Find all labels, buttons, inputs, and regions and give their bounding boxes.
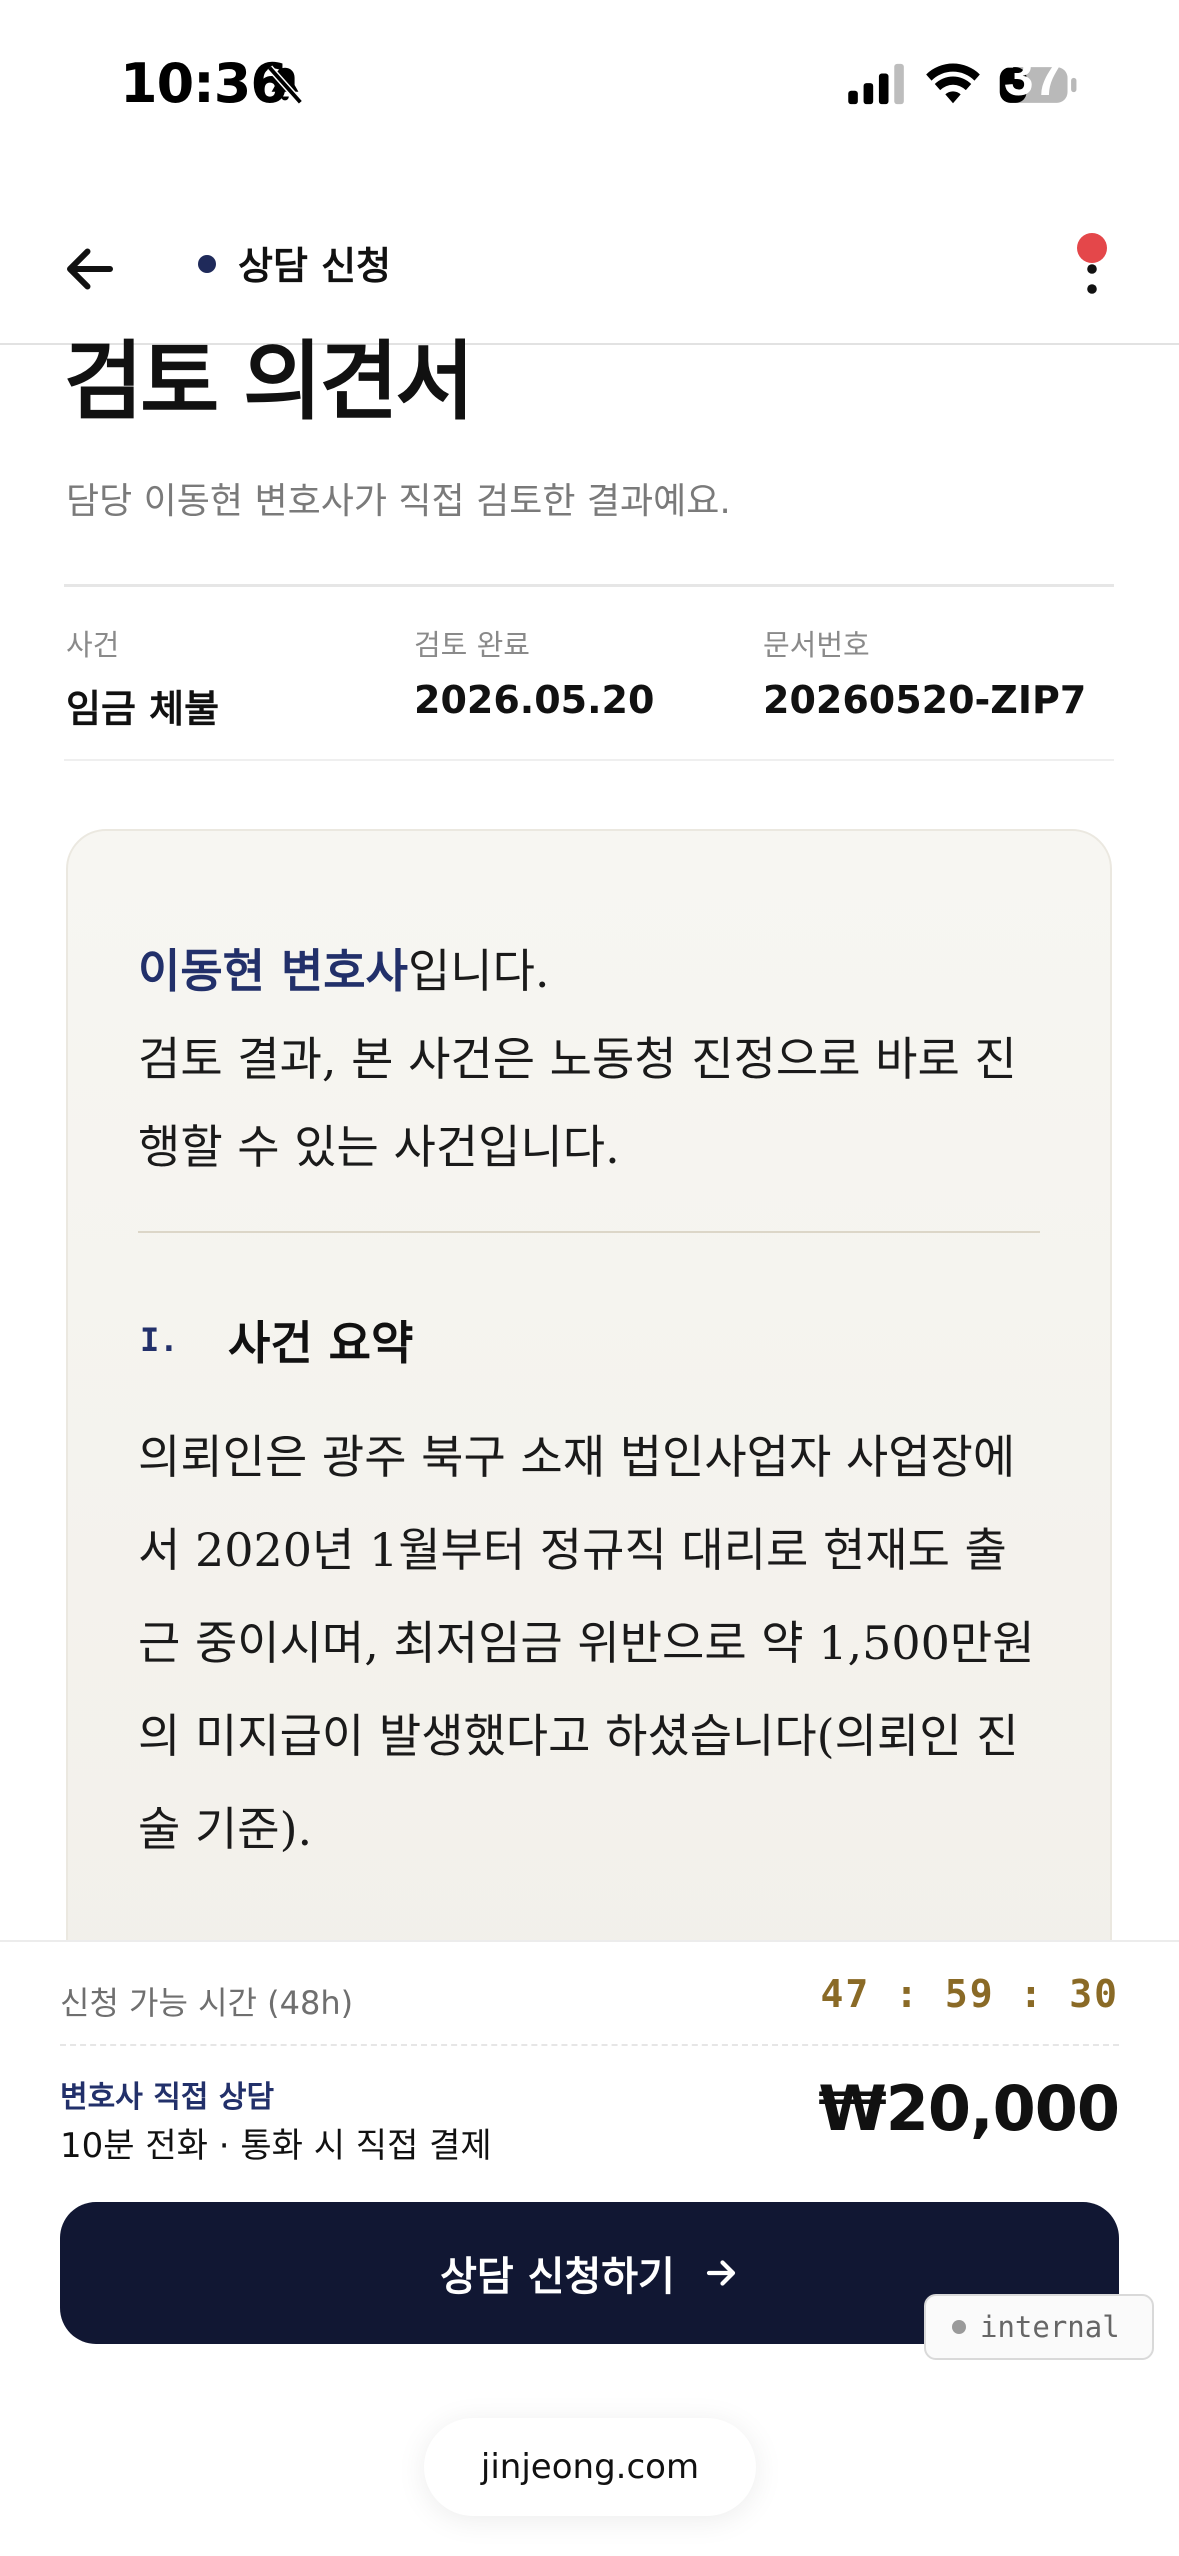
arrow-left-icon[interactable]	[60, 239, 120, 299]
consult-type-label: 변호사 직접 상담	[60, 2080, 275, 2115]
battery-level: 37	[1004, 62, 1063, 107]
consult-description: 10분 전화 · 통화 시 직접 결제	[60, 2126, 492, 2166]
meta-label: 문서번호	[763, 628, 870, 662]
signal-icon	[848, 63, 904, 105]
section-title: 사건 요약	[228, 1316, 414, 1370]
price: ₩20,000	[818, 2072, 1120, 2145]
wifi-icon	[926, 63, 980, 104]
battery-icon: 37	[999, 62, 1077, 107]
section-number: I.	[140, 1321, 179, 1359]
browser-url-bar[interactable]: jinjeong.com	[424, 2418, 756, 2516]
meta-document-number: 문서번호 20260520-ZIP7	[763, 622, 1086, 722]
nav-bar: 상담 신청	[0, 205, 1179, 345]
meta-case: 사건 임금 체불	[66, 622, 219, 733]
opinion-intro: 이동현 변호사입니다. 검토 결과, 본 사건은 노동청 진정으로 바로 진행할 …	[138, 927, 1058, 1191]
meta-review-date: 검토 완료 2026.05.20	[414, 622, 654, 722]
url-text: jinjeong.com	[480, 2447, 700, 2487]
dashed-divider	[60, 2044, 1119, 2046]
internal-dot	[952, 2320, 966, 2334]
notification-dot	[1077, 233, 1107, 263]
arrow-right-icon	[706, 2260, 735, 2286]
meta-label: 사건	[66, 628, 120, 662]
opinion-card: 이동현 변호사입니다. 검토 결과, 본 사건은 노동청 진정으로 바로 진행할 …	[66, 829, 1112, 2029]
nav-title: 상담 신청	[238, 244, 392, 288]
time-limit-label: 신청 가능 시간 (48h)	[60, 1984, 354, 2022]
meta-value: 임금 체불	[66, 687, 220, 731]
internal-badge: internal	[924, 2294, 1154, 2360]
cta-label: 상담 신청하기	[440, 2254, 675, 2300]
countdown-timer: 47 : 59 : 30	[820, 1972, 1119, 2016]
meta-label: 검토 완료	[414, 628, 530, 662]
meta-divider	[64, 584, 1114, 587]
bell-slash-icon	[267, 65, 303, 105]
meta-value: 20260520-ZIP7	[763, 678, 1087, 722]
internal-label: internal	[980, 2310, 1120, 2344]
meta-divider	[64, 759, 1114, 761]
status-bar: 10:36 37	[0, 0, 1179, 170]
intro-suffix: 입니다.	[407, 944, 550, 998]
section-body: 의뢰인은 광주 북구 소재 법인사업자 사업장에서 2020년 1월부터 정규직…	[138, 1430, 1035, 1856]
intro-result: 검토 결과, 본 사건은 노동청 진정으로 바로 진행할 수 있는 사건입니다.	[138, 1032, 1017, 1174]
page-title: 검토 의견서	[64, 332, 475, 432]
meta-value: 2026.05.20	[414, 678, 655, 722]
page-subtitle: 담당 이동현 변호사가 직접 검토한 결과예요.	[66, 481, 731, 522]
nav-status-dot	[198, 255, 216, 273]
lawyer-name: 이동현 변호사	[138, 944, 408, 998]
card-divider	[138, 1231, 1040, 1233]
